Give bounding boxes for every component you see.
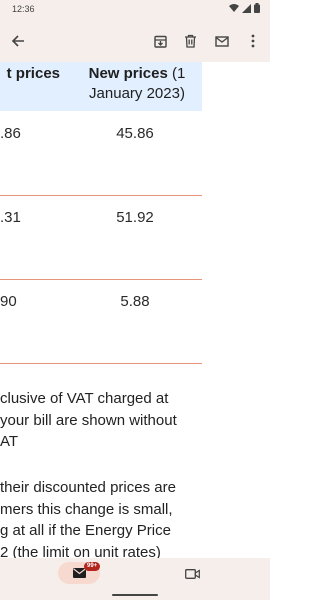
bottom-navigation: 99+ [0,558,270,600]
home-indicator[interactable] [112,594,158,596]
body-paragraph: clusive of VAT charged at your bill are … [0,388,206,453]
back-arrow-icon [11,35,24,47]
mail-icon [72,568,86,578]
paragraph-line: AT [0,433,19,450]
archive-button[interactable] [150,31,170,51]
paragraph-line: their discounted prices are [0,479,176,496]
cell-old-price: 90 [0,293,17,310]
cell-old-price: .86 [0,125,21,142]
body-paragraph: their discounted prices are mers this ch… [0,477,206,558]
header-old-prices: t prices [6,65,60,82]
mail-icon [215,35,229,47]
paragraph-line: clusive of VAT charged at [0,390,169,407]
unread-count-badge: 99+ [84,562,101,571]
more-vert-icon [251,34,255,48]
battery-icon [254,3,260,13]
more-options-button[interactable] [243,31,263,51]
status-icons [229,3,260,13]
status-time: 12:36 [12,4,35,14]
paragraph-line: your bill are shown without [0,411,177,429]
back-button[interactable] [8,31,28,51]
table-row: 90 5.88 [0,280,202,364]
email-body[interactable]: t prices New prices (1 January 2023) .86… [0,62,270,558]
app-bar [0,20,270,62]
paragraph-line: mers this change is small, [0,500,173,518]
mark-unread-button[interactable] [212,31,232,51]
table-header: t prices New prices (1 January 2023) [0,62,202,111]
signal-icon [242,3,251,13]
cell-new-price: 51.92 [116,209,154,226]
paragraph-line: 2 (the limit on unit rates) [0,543,161,559]
cell-old-price: .31 [0,209,21,226]
nav-meet-tab[interactable] [182,565,202,583]
cell-new-price: 45.86 [116,125,154,142]
cell-new-price: 5.88 [120,293,150,310]
header-new-prices: New prices (1 January 2023) [78,64,196,104]
table-row: .86 45.86 [0,112,202,196]
paragraph-line: g at all if the Energy Price [0,522,171,539]
header-new-prices-bold: New prices [88,65,168,82]
header-new-prices-rest-1: (1 [167,65,186,82]
trash-icon [184,34,196,48]
delete-button[interactable] [180,31,200,51]
archive-icon [153,35,167,48]
header-new-prices-rest-2: January 2023) [89,85,185,102]
video-icon [184,569,200,579]
status-bar: 12:36 [0,0,270,20]
table-row: .31 51.92 [0,196,202,280]
wifi-icon [229,3,239,12]
